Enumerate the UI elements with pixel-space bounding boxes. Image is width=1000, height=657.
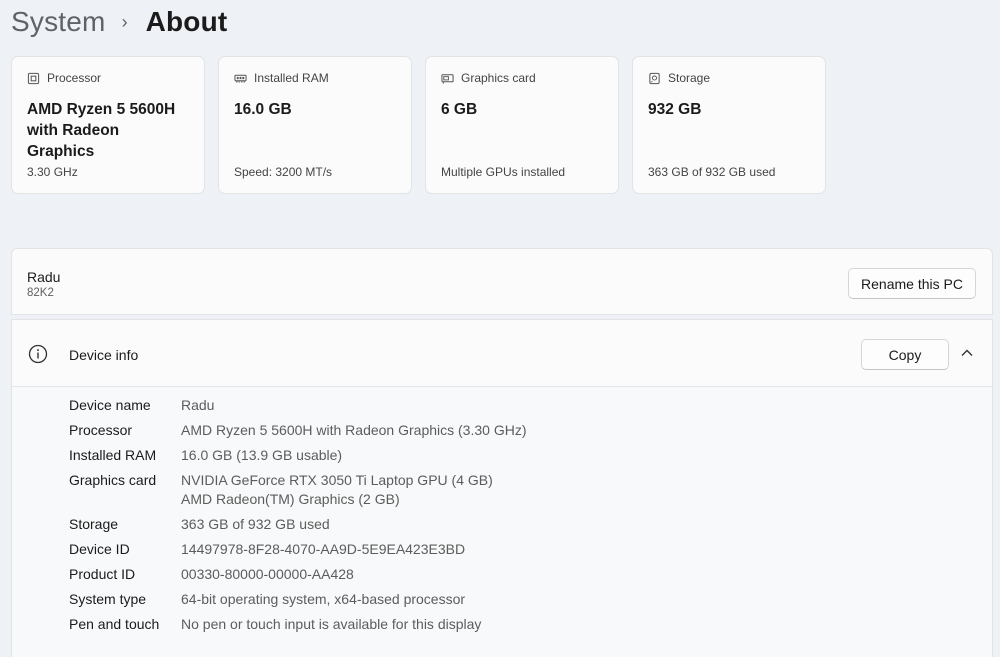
device-info-value[interactable]: 14497978-8F28-4070-AA9D-5E9EA423E3BD bbox=[181, 540, 465, 559]
device-info-row: Product ID 00330-80000-00000-AA428 bbox=[69, 565, 526, 584]
device-info-value[interactable]: 00330-80000-00000-AA428 bbox=[181, 565, 354, 584]
device-info-row: Device name Radu bbox=[69, 396, 526, 415]
device-info-panel: Device info Copy Device name Radu Processo… bbox=[11, 319, 993, 657]
device-info-value-line: 64-bit operating system, x64-based proce… bbox=[181, 591, 466, 607]
device-info-row: Graphics card NVIDIA GeForce RTX 3050 Ti … bbox=[69, 471, 526, 509]
device-info-value[interactable]: 64-bit operating system, x64-based proce… bbox=[181, 590, 465, 609]
spec-card-label: Installed RAM bbox=[254, 71, 329, 85]
device-info-label: Storage bbox=[69, 516, 119, 532]
device-info-value[interactable]: Radu bbox=[181, 396, 214, 415]
pc-name: Radu bbox=[27, 269, 61, 285]
copy-button[interactable]: Copy bbox=[861, 339, 949, 370]
storage-icon bbox=[649, 72, 660, 84]
device-info-label: Graphics card bbox=[69, 472, 157, 488]
breadcrumb-chevron-icon: › bbox=[121, 11, 128, 32]
spec-card-value: 6 GB bbox=[441, 101, 478, 118]
device-info-row: Storage 363 GB of 932 GB used bbox=[69, 515, 526, 534]
device-info-value-line: 14497978-8F28-4070-AA9D-5E9EA423E3BD bbox=[181, 541, 466, 557]
device-info-row: System type 64-bit operating system, x64-… bbox=[69, 590, 526, 609]
spec-card-value: AMD Ryzen 5 5600H with Radeon Graphics bbox=[27, 101, 176, 160]
rename-pc-button[interactable]: Rename this PC bbox=[848, 268, 976, 299]
device-info-value-line: 00330-80000-00000-AA428 bbox=[181, 566, 354, 582]
device-info-value[interactable]: AMD Ryzen 5 5600H with Radeon Graphics (… bbox=[181, 421, 526, 440]
device-info-label: Installed RAM bbox=[69, 447, 157, 463]
device-info-row: Installed RAM 16.0 GB (13.9 GB usable) bbox=[69, 446, 526, 465]
breadcrumb: System › About bbox=[11, 2, 227, 42]
chevron-up-icon[interactable] bbox=[960, 347, 974, 359]
device-info-value-line: Radu bbox=[181, 397, 215, 413]
device-info-row: Processor AMD Ryzen 5 5600H with Radeon G… bbox=[69, 421, 526, 440]
spec-card-ram: Installed RAM 16.0 GB Speed: 3200 MT/s bbox=[218, 56, 412, 194]
device-info-value[interactable]: 16.0 GB (13.9 GB usable) bbox=[181, 446, 342, 465]
device-info-value-line: 16.0 GB (13.9 GB usable) bbox=[181, 447, 343, 463]
pc-name-panel: Radu 82K2 Rename this PC bbox=[11, 248, 993, 315]
spec-card-label: Graphics card bbox=[461, 71, 536, 85]
spec-card-value: 932 GB bbox=[648, 101, 702, 118]
device-info-value-line: AMD Radeon(TM) Graphics (2 GB) bbox=[181, 491, 400, 507]
device-info-label: System type bbox=[69, 591, 147, 607]
device-info-value[interactable]: NVIDIA GeForce RTX 3050 Ti Laptop GPU (4… bbox=[181, 471, 493, 509]
spec-card-label: Processor bbox=[47, 71, 102, 85]
device-info-list: Device name Radu Processor AMD Ryzen 5 5600… bbox=[69, 396, 526, 640]
device-info-value-line: 363 GB of 932 GB used bbox=[181, 516, 330, 532]
spec-card-label: Storage bbox=[668, 71, 711, 85]
spec-card-sub: Multiple GPUs installed bbox=[441, 165, 566, 179]
device-info-value-line: NVIDIA GeForce RTX 3050 Ti Laptop GPU (4… bbox=[181, 472, 493, 488]
device-info-label: Processor bbox=[69, 422, 133, 438]
device-info-row: Device ID 14497978-8F28-4070-AA9D-5E9EA42… bbox=[69, 540, 526, 559]
breadcrumb-system-link[interactable]: System bbox=[11, 6, 106, 38]
device-info-value[interactable]: No pen or touch input is available for t… bbox=[181, 615, 481, 634]
device-info-title: Device info bbox=[69, 347, 139, 363]
spec-card-storage: Storage 932 GB 363 GB of 932 GB used bbox=[632, 56, 826, 194]
device-info-label: Pen and touch bbox=[69, 616, 160, 632]
spec-card-sub: Speed: 3200 MT/s bbox=[234, 165, 333, 179]
spec-card-processor: Processor AMD Ryzen 5 5600H with Radeon … bbox=[11, 56, 205, 194]
graphics-card-icon bbox=[441, 73, 454, 84]
device-info-header[interactable]: Device info Copy bbox=[12, 320, 992, 387]
page-title: About bbox=[145, 6, 228, 37]
spec-card-sub: 363 GB of 932 GB used bbox=[648, 165, 776, 179]
device-info-value-line: No pen or touch input is available for t… bbox=[181, 616, 482, 632]
device-info-label: Product ID bbox=[69, 566, 136, 582]
device-info-row: Pen and touch No pen or touch input is av… bbox=[69, 615, 526, 634]
spec-cards: Processor AMD Ryzen 5 5600H with Radeon … bbox=[11, 56, 826, 194]
info-icon bbox=[28, 344, 48, 364]
spec-card-graphics: Graphics card 6 GB Multiple GPUs install… bbox=[425, 56, 619, 194]
ram-icon bbox=[234, 74, 247, 83]
pc-model: 82K2 bbox=[27, 287, 54, 299]
device-info-label: Device name bbox=[69, 397, 151, 413]
device-info-label: Device ID bbox=[69, 541, 130, 557]
spec-card-value: 16.0 GB bbox=[234, 101, 292, 118]
spec-card-sub: 3.30 GHz bbox=[27, 165, 78, 179]
device-info-value-line: AMD Ryzen 5 5600H with Radeon Graphics (… bbox=[181, 422, 527, 438]
device-info-value[interactable]: 363 GB of 932 GB used bbox=[181, 515, 330, 534]
processor-icon bbox=[27, 72, 40, 84]
